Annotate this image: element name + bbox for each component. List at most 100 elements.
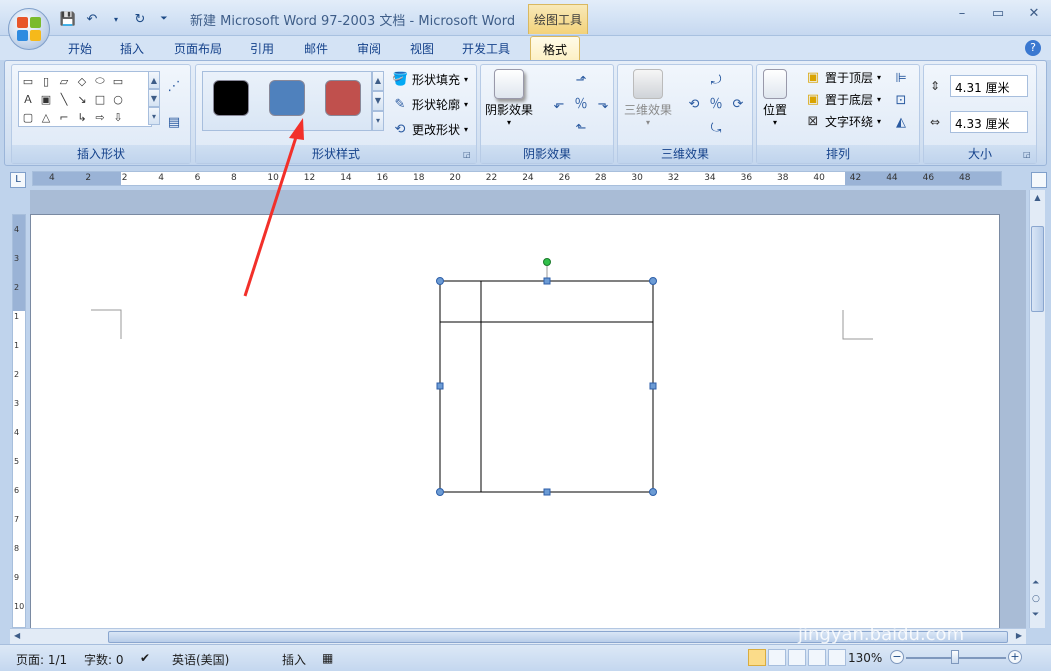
web-layout-icon[interactable] (788, 649, 806, 666)
zoom-level[interactable]: 130% (848, 651, 882, 665)
styles-up-icon[interactable]: ▲ (372, 71, 384, 91)
style-blue-swatch[interactable] (269, 80, 305, 116)
change-shape-button[interactable]: ⟲ 更改形状 ▾ (392, 121, 468, 138)
shape-outline-button[interactable]: ✎ 形状轮廓 ▾ (392, 96, 468, 113)
office-button[interactable] (8, 8, 50, 50)
outline-view-icon[interactable] (808, 649, 826, 666)
vertical-ruler[interactable]: 4 3 2 1 1 2 3 4 5 6 7 8 9 10 (12, 214, 26, 628)
arrow-line-icon[interactable]: ↘ (73, 90, 91, 108)
help-icon[interactable]: ? (1025, 40, 1041, 56)
wrap-text-button[interactable]: ⊠ 文字环绕 ▾ (805, 113, 881, 130)
position-button[interactable]: 位置 ▾ (763, 69, 787, 127)
rotate-handle-icon[interactable] (543, 258, 551, 266)
insert-mode[interactable]: 插入 (282, 651, 306, 668)
tab-home[interactable]: 开始 (68, 40, 92, 57)
zoom-slider-knob[interactable] (951, 650, 959, 664)
edit-points-icon[interactable]: ⋰ (166, 79, 182, 95)
undo-icon[interactable]: ↶ (82, 9, 102, 29)
scroll-up-arrow-icon[interactable]: ▲ (1030, 190, 1045, 206)
tilt-left-icon[interactable]: ⟲ (686, 97, 702, 113)
redo-icon[interactable]: ↻ (130, 9, 150, 29)
tab-review[interactable]: 审阅 (357, 40, 381, 57)
rectangle2-icon[interactable]: □ (91, 90, 109, 108)
width-input[interactable]: 4.33 厘米 (950, 111, 1028, 133)
zoom-in-icon[interactable]: + (1008, 650, 1022, 664)
nudge-shadow-down-icon[interactable]: ⬑ (573, 121, 589, 137)
styles-more-icon[interactable]: ▾ (372, 111, 384, 131)
resize-handle[interactable] (649, 277, 657, 285)
tab-references[interactable]: 引用 (250, 40, 274, 57)
view-ruler-icon[interactable] (1031, 172, 1047, 188)
style-black-swatch[interactable] (213, 80, 249, 116)
proofing-icon[interactable]: ✔ (140, 651, 150, 665)
tab-page-layout[interactable]: 页面布局 (174, 40, 222, 57)
down-arrow-icon[interactable]: ⇩ (109, 108, 127, 126)
more-icon[interactable]: ▾ (148, 107, 160, 125)
scroll-left-arrow-icon[interactable]: ◀ (14, 631, 20, 640)
line-icon[interactable]: ╲ (55, 90, 73, 108)
rounded-rect-icon[interactable]: ▢ (19, 108, 37, 126)
oval2-icon[interactable]: ○ (109, 90, 127, 108)
resize-handle[interactable] (543, 277, 551, 285)
shapes-gallery[interactable]: ▭ ▯ ▱ ◇ ⬭ ▭ Ａ ▣ ╲ ↘ □ ○ ▢ △ ⌐ ↳ ⇨ ⇩ (18, 71, 152, 127)
align-icon[interactable]: ⊫ (893, 71, 909, 87)
word-count[interactable]: 字数: 0 (84, 651, 124, 668)
3d-toggle-icon[interactable]: ％ (708, 97, 724, 113)
tilt-right-icon[interactable]: ⟳ (730, 97, 746, 113)
resize-handle[interactable] (436, 277, 444, 285)
nudge-shadow-right-icon[interactable]: ⬎ (595, 97, 611, 113)
full-screen-reading-icon[interactable] (768, 649, 786, 666)
shadow-effects-button[interactable]: 阴影效果 ▾ (485, 69, 533, 127)
rotate-icon[interactable]: ◭ (893, 115, 909, 131)
send-to-back-button[interactable]: ▣ 置于底层 ▾ (805, 91, 881, 108)
resize-handle[interactable] (436, 488, 444, 496)
height-input[interactable]: 4.31 厘米 (950, 75, 1028, 97)
image-icon[interactable]: ▣ (37, 90, 55, 108)
size-dialog-launcher-icon[interactable]: ◲ (1023, 150, 1033, 160)
tab-view[interactable]: 视图 (410, 40, 434, 57)
group-objects-icon[interactable]: ⊡ (893, 93, 909, 109)
scroll-right-arrow-icon[interactable]: ▶ (1016, 631, 1022, 640)
tab-developer[interactable]: 开发工具 (462, 40, 510, 57)
page-count[interactable]: 页面: 1/1 (16, 651, 67, 668)
tilt-down-icon[interactable]: ⤿ (708, 121, 724, 137)
save-icon[interactable]: 💾 (58, 9, 78, 29)
tilt-up-icon[interactable]: ⤾ (708, 73, 724, 89)
select-browse-object-icon[interactable]: ○ (1032, 594, 1040, 604)
macro-record-icon[interactable]: ▦ (322, 651, 333, 665)
diamond-icon[interactable]: ◇ (73, 72, 91, 90)
customize-icon[interactable]: ⏷ (154, 9, 174, 29)
styles-down-icon[interactable]: ▼ (372, 91, 384, 111)
elbow-arrow-icon[interactable]: ↳ (73, 108, 91, 126)
tab-insert[interactable]: 插入 (120, 40, 144, 57)
draft-view-icon[interactable] (828, 649, 846, 666)
vertical-scroll-thumb[interactable] (1031, 226, 1044, 312)
print-layout-view-icon[interactable] (748, 649, 766, 666)
dropdown-icon[interactable]: ▾ (106, 9, 126, 29)
horizontal-ruler[interactable]: 4 2 2 4 6 8 10 12 14 16 18 20 22 24 26 28 30 32 34 36 38 40 42… (32, 171, 1002, 186)
elbow-connector-icon[interactable]: ⌐ (55, 108, 73, 126)
zoom-out-icon[interactable]: − (890, 650, 904, 664)
rectangle-icon[interactable]: ▭ (109, 72, 127, 90)
shadow-toggle-icon[interactable]: ％ (573, 97, 589, 113)
language-indicator[interactable]: 英语(美国) (172, 651, 229, 668)
triangle-icon[interactable]: △ (37, 108, 55, 126)
dialog-launcher-icon[interactable]: ◲ (463, 150, 473, 160)
nudge-shadow-left-icon[interactable]: ⬐ (551, 97, 567, 113)
shape-fill-button[interactable]: 🪣 形状填充 ▾ (392, 71, 468, 88)
nudge-shadow-up-icon[interactable]: ⬏ (573, 73, 589, 89)
textbox-icon[interactable]: ▭ (19, 72, 37, 90)
tab-selector-icon[interactable]: L (10, 172, 26, 188)
close-icon[interactable]: ✕ (1023, 6, 1045, 21)
3d-effects-button[interactable]: 三维效果 ▾ (624, 69, 672, 127)
text-box-icon[interactable]: ▤ (166, 115, 182, 131)
prev-page-icon[interactable]: ⏶ (1032, 578, 1039, 588)
parallelogram-icon[interactable]: ▱ (55, 72, 73, 90)
style-red-swatch[interactable] (325, 80, 361, 116)
tab-format[interactable]: 格式 (530, 36, 581, 62)
resize-handle[interactable] (543, 488, 551, 496)
minimize-icon[interactable]: – (951, 6, 973, 21)
right-arrow-icon[interactable]: ⇨ (91, 108, 109, 126)
scroll-down-icon[interactable]: ▼ (148, 89, 160, 107)
resize-handle[interactable] (649, 382, 657, 390)
